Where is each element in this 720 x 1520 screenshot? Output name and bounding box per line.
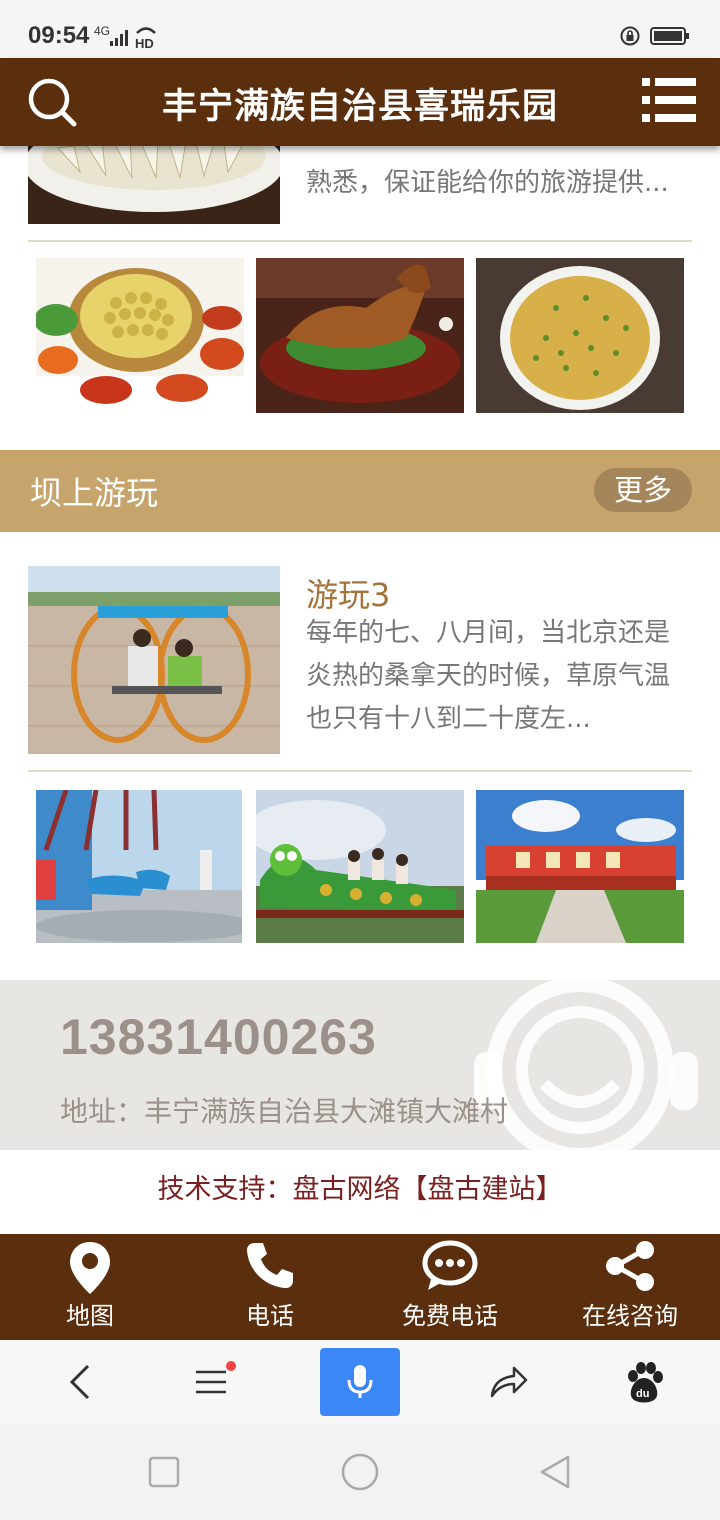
play-thumb-1[interactable]	[36, 790, 244, 945]
back-icon[interactable]	[62, 1362, 98, 1402]
status-bar: 09:54 4G HD	[0, 0, 720, 58]
food-feature-image[interactable]	[28, 146, 280, 224]
phone-icon	[247, 1243, 293, 1288]
menu-icon[interactable]	[642, 76, 696, 124]
share-icon	[606, 1241, 654, 1291]
nav-free-call[interactable]: 免费电话	[360, 1234, 540, 1340]
play-thumb-2[interactable]	[256, 790, 464, 945]
play-feature-title[interactable]: 游玩3	[306, 570, 390, 616]
contact-panel: 13831400263 地址：丰宁满族自治县大滩镇大滩村	[0, 980, 720, 1150]
home-icon[interactable]	[340, 1452, 380, 1492]
play-feature-desc: 每年的七、八月间，当北京还是炎热的桑拿天的时候，草原气温也只有十八到二十度左..…	[306, 618, 671, 734]
page-title: 丰宁满族自治县喜瑞乐园	[161, 87, 558, 127]
food-feature-desc: 熟悉，保证能给你的旅游提供...	[306, 168, 669, 198]
recent-apps-icon[interactable]	[148, 1456, 180, 1488]
svg-text:HD: HD	[135, 36, 154, 50]
network-type: 4G	[94, 24, 111, 38]
food-thumb-1[interactable]	[36, 258, 244, 413]
bottom-nav: 地图 电话 免费电话 在线咨询	[0, 1234, 720, 1340]
contact-address: 地址：丰宁满族自治县大滩镇大滩村	[60, 1095, 509, 1128]
app-header: 丰宁满族自治县喜瑞乐园	[0, 58, 720, 146]
page-content: 熟悉，保证能给你的旅游提供... 坝上游玩 更多 游玩3 每年的七、八月间，当北…	[0, 146, 720, 1234]
section-title: 坝上游玩	[30, 474, 159, 512]
svg-text:du: du	[636, 1388, 649, 1400]
nav-label: 地图	[66, 1302, 114, 1330]
status-time: 09:54	[28, 22, 90, 49]
mic-icon	[347, 1365, 373, 1398]
forward-share-icon[interactable]	[488, 1362, 530, 1402]
food-thumb-2[interactable]	[256, 258, 464, 413]
map-pin-icon	[70, 1242, 110, 1294]
rotation-lock-icon	[620, 26, 640, 46]
contact-phone[interactable]: 13831400263	[60, 1008, 377, 1066]
divider	[28, 240, 692, 242]
menu-lines-icon[interactable]	[192, 1360, 236, 1404]
tech-support[interactable]: 技术支持：盘古网络【盘古建站】	[0, 1150, 720, 1234]
nav-label: 免费电话	[402, 1302, 498, 1330]
system-back-icon[interactable]	[538, 1454, 574, 1490]
nav-online-consult[interactable]: 在线咨询	[540, 1234, 720, 1340]
nav-label: 电话	[246, 1302, 294, 1330]
food-thumb-3[interactable]	[476, 258, 684, 413]
play-feature-image[interactable]	[28, 566, 280, 754]
browser-toolbar: du	[0, 1340, 720, 1424]
nav-map[interactable]: 地图	[0, 1234, 180, 1340]
system-nav-bar	[0, 1424, 720, 1520]
chat-bubble-icon	[422, 1240, 478, 1290]
voice-button[interactable]	[320, 1348, 400, 1416]
signal-icon	[110, 30, 128, 46]
battery-icon	[650, 27, 689, 45]
divider	[28, 770, 692, 772]
hd-voice-icon: HD	[135, 27, 156, 50]
nav-label: 在线咨询	[582, 1302, 678, 1330]
play-thumb-3[interactable]	[476, 790, 684, 945]
more-button[interactable]: 更多	[594, 468, 692, 512]
section-header-play: 坝上游玩 更多	[0, 450, 720, 532]
baidu-paw-icon[interactable]: du	[624, 1362, 664, 1404]
nav-phone[interactable]: 电话	[180, 1234, 360, 1340]
